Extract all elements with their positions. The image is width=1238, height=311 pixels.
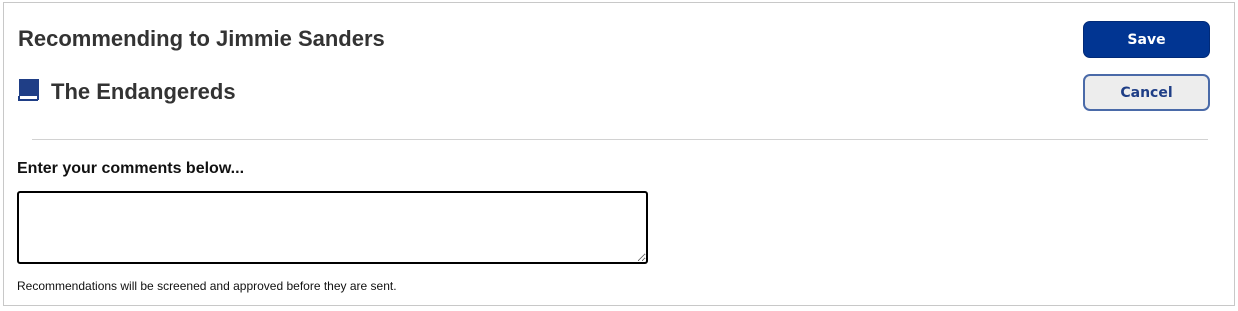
book-title: The Endangereds (51, 79, 236, 104)
cancel-button[interactable]: Cancel (1083, 74, 1210, 111)
comments-label: Enter your comments below... (17, 160, 245, 177)
divider (32, 139, 1208, 140)
book-row: The Endangereds (18, 77, 236, 104)
comments-textarea[interactable] (17, 191, 648, 264)
save-button[interactable]: Save (1083, 21, 1210, 58)
page-title: Recommending to Jimmie Sanders (18, 26, 385, 51)
recommend-panel: Recommending to Jimmie Sanders The Endan… (3, 2, 1235, 306)
book-icon (18, 78, 40, 102)
screening-note: Recommendations will be screened and app… (17, 279, 397, 293)
